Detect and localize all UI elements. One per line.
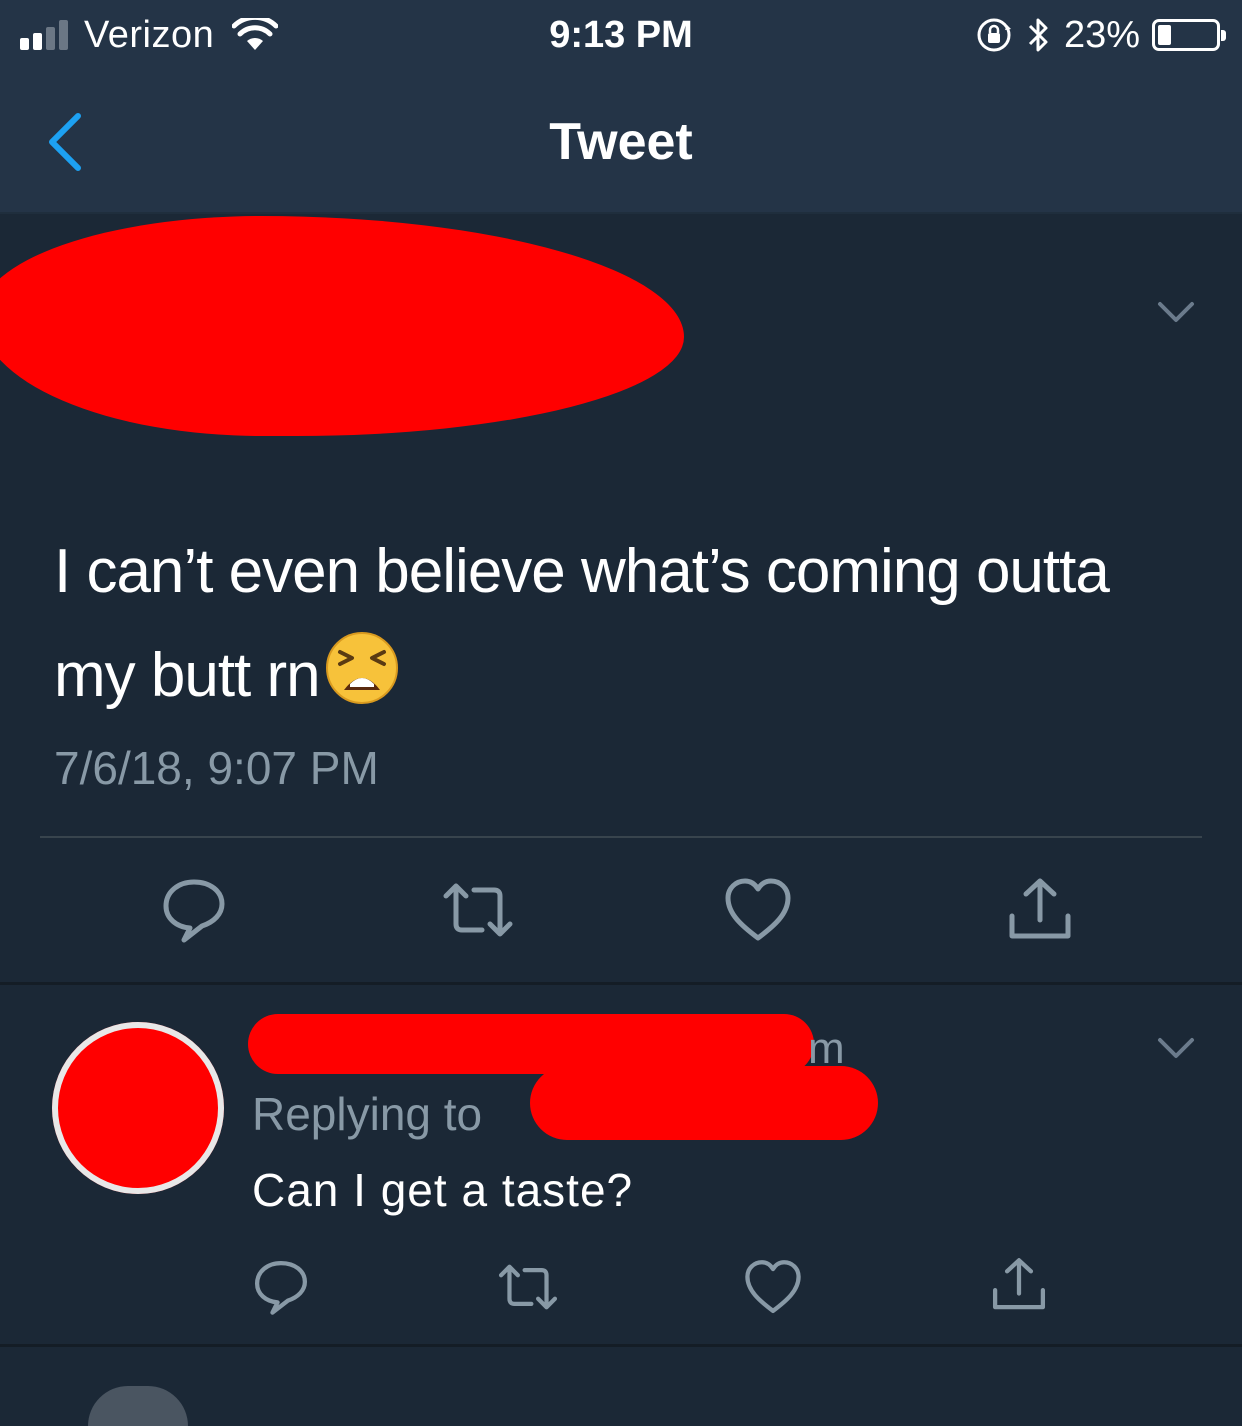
like-icon[interactable] — [724, 876, 792, 944]
divider — [0, 982, 1242, 985]
status-bar: Verizon 9:13 PM 23% — [0, 0, 1242, 72]
share-icon[interactable] — [1006, 876, 1074, 944]
battery-icon — [1152, 19, 1226, 51]
replying-to-label: Replying to — [252, 1088, 483, 1140]
divider — [40, 836, 1202, 838]
tweet-timestamp: 7/6/18, 9:07 PM — [54, 742, 379, 794]
battery-percent: 23% — [1063, 13, 1140, 56]
status-right: 23% — [974, 10, 1226, 60]
redacted-reply-author — [248, 1014, 814, 1074]
bluetooth-icon — [1028, 18, 1048, 52]
tired-face-icon — [325, 632, 398, 704]
like-icon[interactable] — [744, 1258, 802, 1316]
reply-text: Can I get a taste? — [252, 1164, 634, 1216]
chevron-down-icon[interactable] — [1156, 298, 1196, 326]
redacted-author — [0, 216, 684, 436]
share-icon[interactable] — [990, 1256, 1048, 1314]
avatar[interactable] — [88, 1386, 188, 1426]
orientation-lock-icon — [977, 18, 1011, 52]
reply-icon[interactable] — [252, 1258, 310, 1316]
retweet-icon[interactable] — [440, 876, 516, 944]
redacted-reply-handle[interactable] — [530, 1066, 878, 1140]
nav-bar: Tweet — [0, 72, 1242, 214]
page-title: Tweet — [549, 113, 693, 171]
reply-icon[interactable] — [160, 876, 228, 944]
retweet-icon[interactable] — [496, 1258, 560, 1316]
tweet-text-content: I can’t even believe what’s coming outta… — [54, 537, 1110, 710]
chevron-down-icon[interactable] — [1156, 1034, 1196, 1062]
divider — [0, 1344, 1242, 1347]
avatar[interactable] — [52, 1022, 224, 1194]
tweet-text: I can’t even believe what’s coming outta… — [54, 520, 1174, 728]
